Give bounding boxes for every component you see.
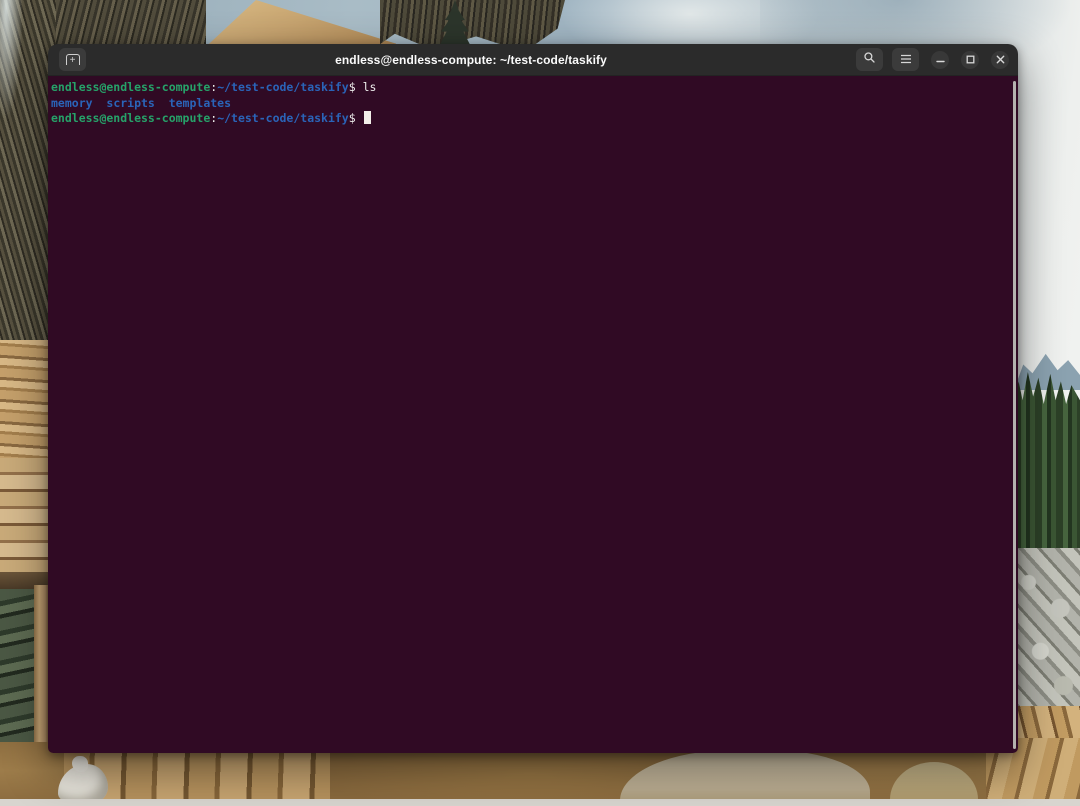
titlebar-controls xyxy=(856,48,1009,71)
typed-command: ls xyxy=(363,80,377,94)
search-icon xyxy=(863,51,876,69)
wallpaper-wood-post xyxy=(34,585,49,757)
new-tab-icon xyxy=(66,54,80,65)
terminal-line-prompt-1: endless@endless-compute:~/test-code/task… xyxy=(51,80,1012,96)
close-icon xyxy=(996,51,1005,69)
menu-button[interactable] xyxy=(892,48,919,71)
dir-entry-memory: memory xyxy=(51,96,93,110)
wallpaper-rocky-slope xyxy=(1014,548,1080,720)
maximize-button[interactable] xyxy=(961,51,979,69)
minimize-button[interactable] xyxy=(931,51,949,69)
minimize-icon xyxy=(936,51,945,69)
prompt-symbol: $ xyxy=(349,80,363,94)
prompt-symbol: $ xyxy=(349,111,363,125)
wallpaper-light-strip xyxy=(0,799,1080,806)
titlebar[interactable]: endless@endless-compute: ~/test-code/tas… xyxy=(48,44,1018,76)
terminal-screen[interactable]: endless@endless-compute:~/test-code/task… xyxy=(48,76,1018,753)
terminal-line-prompt-2: endless@endless-compute:~/test-code/task… xyxy=(51,111,1012,127)
search-button[interactable] xyxy=(856,48,883,71)
maximize-icon xyxy=(966,51,975,69)
hamburger-menu-icon xyxy=(900,51,912,69)
dir-entry-scripts: scripts xyxy=(106,96,154,110)
new-tab-button[interactable] xyxy=(59,48,86,71)
prompt-path: ~/test-code/taskify xyxy=(217,111,349,125)
terminal-scrollbar[interactable] xyxy=(1013,81,1016,749)
terminal-cursor xyxy=(364,111,371,124)
window-title: endless@endless-compute: ~/test-code/tas… xyxy=(86,53,856,67)
terminal-window: endless@endless-compute: ~/test-code/tas… xyxy=(48,44,1018,753)
terminal-line-ls-output: memory scripts templates xyxy=(51,96,1012,112)
dir-entry-templates: templates xyxy=(169,96,231,110)
prompt-user-host: endless@endless-compute xyxy=(51,111,210,125)
prompt-path: ~/test-code/taskify xyxy=(217,80,349,94)
wallpaper-mountain-ridge xyxy=(1014,346,1080,390)
wallpaper-conifer-forest xyxy=(1014,372,1080,560)
close-button[interactable] xyxy=(991,51,1009,69)
prompt-user-host: endless@endless-compute xyxy=(51,80,210,94)
